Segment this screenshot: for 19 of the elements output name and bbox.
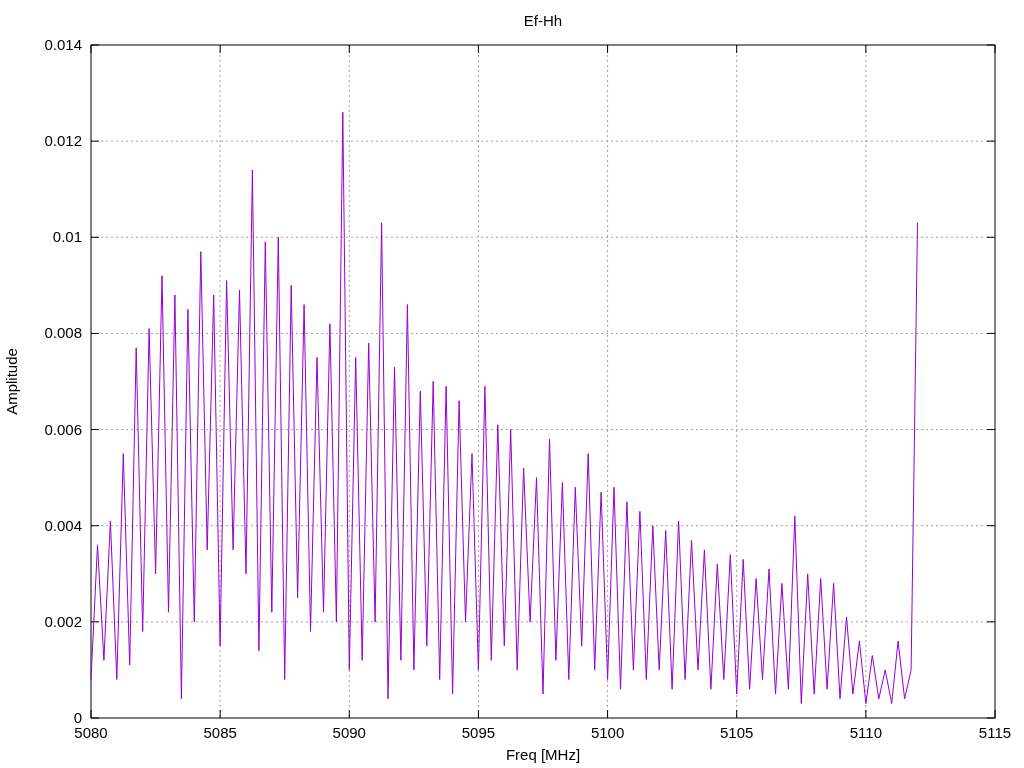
y-tick-label: 0.012: [44, 132, 82, 150]
chart-title: Ef-Hh: [523, 12, 563, 29]
y-tick-label: 0.008: [44, 324, 82, 342]
y-tick-label: 0: [73, 709, 82, 726]
x-tick-label: 5115: [978, 724, 1012, 741]
y-tick-label: 0.004: [44, 516, 82, 534]
y-tick-label: 0.014: [44, 36, 82, 53]
x-tick-label: 5090: [332, 724, 366, 741]
x-tick-label: 5105: [720, 724, 754, 741]
y-tick-label: 0.006: [44, 420, 82, 438]
y-tick-label: 0.002: [44, 612, 82, 630]
y-axis-label: Amplitude: [3, 348, 20, 415]
x-tick-label: 5095: [461, 724, 496, 741]
x-axis-label: Freq [MHz]: [505, 746, 581, 763]
x-tick-label: 5100: [590, 724, 625, 741]
y-tick-label: 0.01: [52, 228, 82, 246]
x-tick-label: 5080: [74, 724, 108, 741]
x-tick-label: 5110: [849, 724, 882, 741]
x-tick-label: 5085: [203, 724, 237, 741]
